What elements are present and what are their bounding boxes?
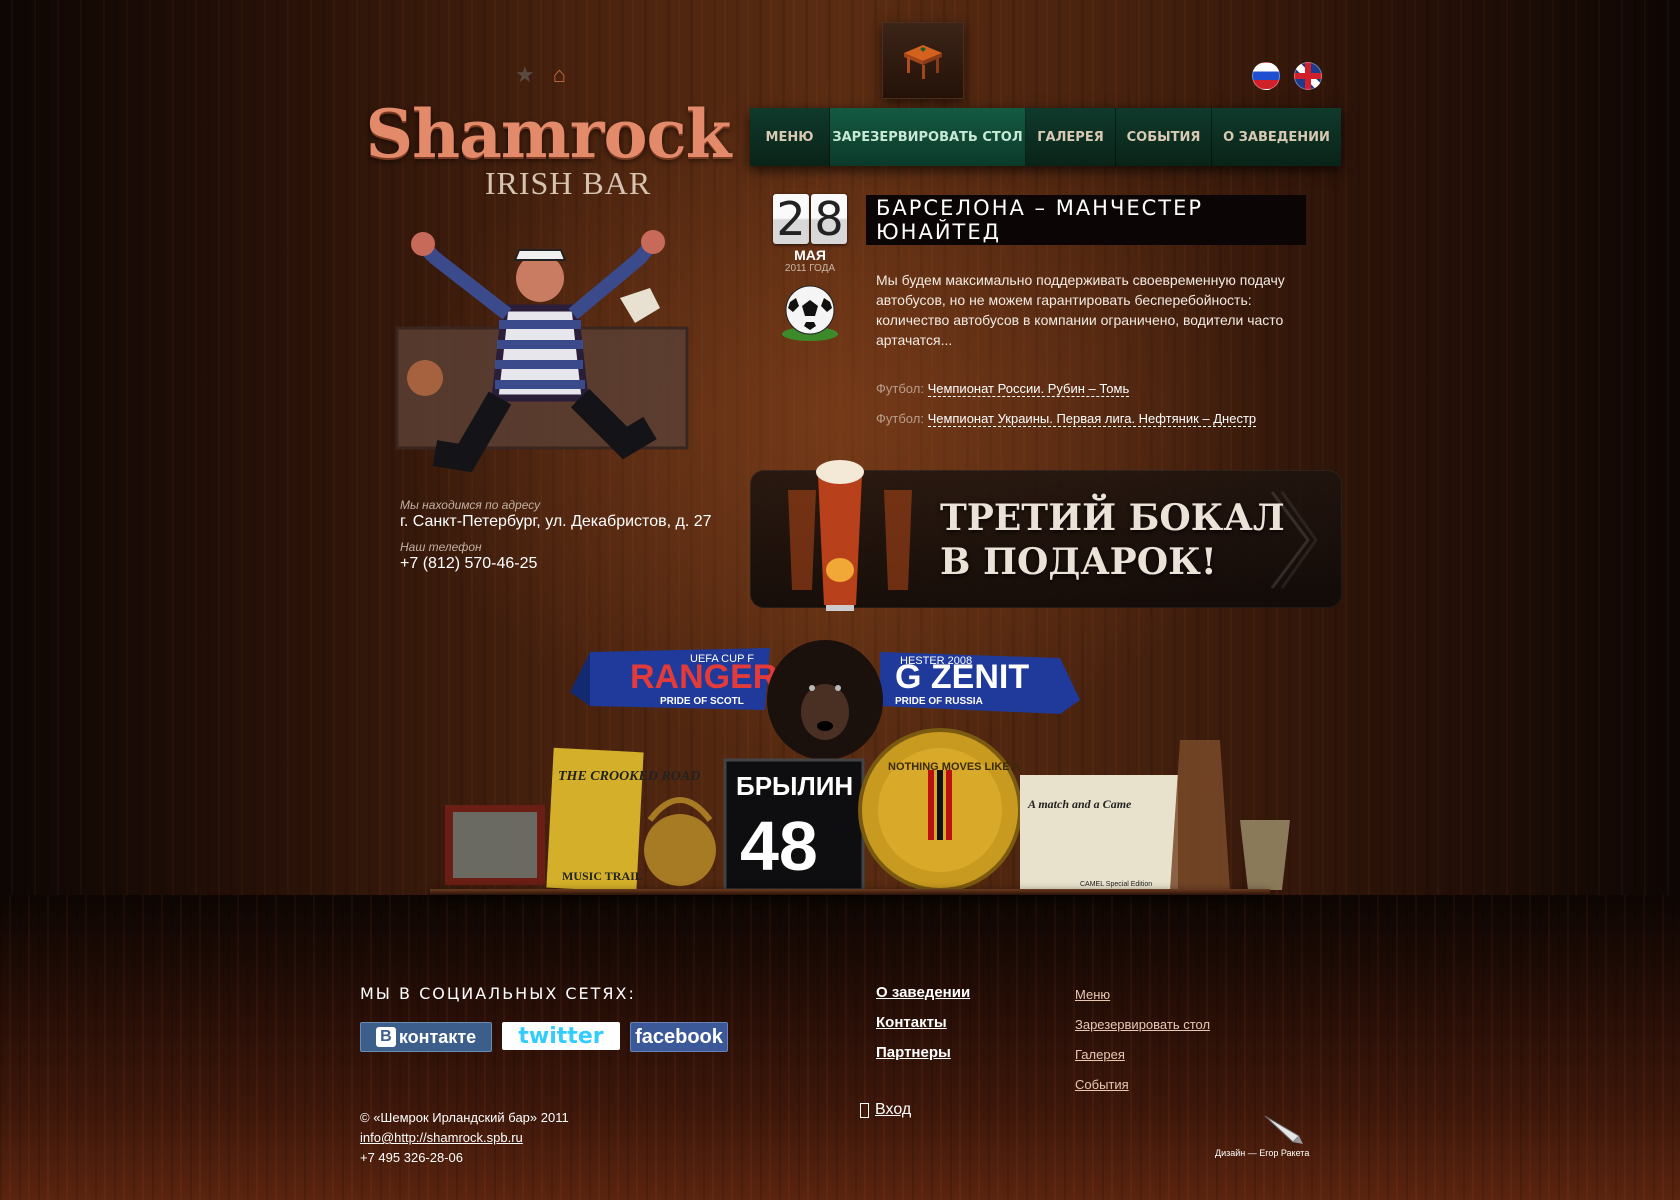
door-icon bbox=[860, 1102, 869, 1118]
contact-block: Мы находимся по адресу г. Санкт-Петербур… bbox=[400, 498, 712, 574]
date-digit: 8 bbox=[811, 194, 847, 244]
event-link-row: Футбол: Чемпионат Украины. Первая лига. … bbox=[876, 404, 1257, 434]
beer-glasses-icon bbox=[788, 460, 912, 611]
vk-label: контакте bbox=[398, 1026, 477, 1047]
medal-text: NOTHING MOVES LIKE A bbox=[888, 761, 1020, 773]
event-date: 2 8 МАЯ 2011 ГОДА bbox=[770, 194, 850, 347]
footer-background bbox=[0, 895, 1680, 1200]
jersey-number: 48 bbox=[740, 807, 818, 885]
nav-item-events[interactable]: СОБЫТИЯ bbox=[1116, 108, 1212, 166]
poster-text: A match and a Came bbox=[1027, 797, 1132, 811]
table-tab[interactable] bbox=[882, 22, 964, 99]
site-logo[interactable]: Shamrock IRISH BAR bbox=[358, 98, 738, 200]
scarf-right-top: HESTER 2008 bbox=[900, 655, 972, 667]
jersey-name: БРЫЛИН bbox=[736, 771, 853, 801]
address-label: Мы находимся по адресу bbox=[400, 498, 541, 512]
footer-phone: +7 495 326-28-06 bbox=[360, 1150, 464, 1165]
vk-icon: B bbox=[375, 1027, 396, 1047]
event-link[interactable]: Чемпионат Украины. Первая лига. Нефтяник… bbox=[927, 411, 1257, 427]
date-digit: 2 bbox=[773, 194, 809, 244]
footer-links-secondary: Меню Зарезервировать стол Галерея Событи… bbox=[1075, 980, 1210, 1100]
scarf-left-top: UEFA CUP F bbox=[690, 653, 754, 665]
login-label: Вход bbox=[875, 1101, 912, 1118]
top-icons: ★ ⌂ bbox=[515, 64, 566, 86]
event-link[interactable]: Чемпионат России. Рубин – Томь bbox=[927, 381, 1130, 397]
date-year: 2011 ГОДА bbox=[784, 263, 836, 274]
social-heading: МЫ В СОЦИАЛЬНЫХ СЕТЯХ: bbox=[360, 984, 636, 1003]
footer-link-reserve[interactable]: Зарезервировать стол bbox=[1075, 1010, 1210, 1040]
login-link[interactable]: Вход bbox=[860, 1101, 911, 1119]
table-icon bbox=[904, 44, 942, 79]
nav-item-gallery[interactable]: ГАЛЕРЕЯ bbox=[1026, 108, 1116, 166]
date-month: МАЯ bbox=[794, 247, 826, 263]
design-credit[interactable]: Дизайн — Егор Ракета bbox=[1215, 1110, 1309, 1158]
nav-item-menu[interactable]: МЕНЮ bbox=[750, 108, 830, 166]
footer-link-menu[interactable]: Меню bbox=[1075, 980, 1210, 1010]
promo-text: ТРЕТИЙ БОКАЛ В ПОДАРОК! bbox=[940, 496, 1285, 584]
star-icon[interactable]: ★ bbox=[515, 64, 535, 86]
event-links: Футбол: Чемпионат России. Рубин – Томь Ф… bbox=[876, 374, 1257, 434]
copyright-text: © «Шемрок Ирландский бар» 2011 bbox=[360, 1110, 569, 1125]
facebook-button[interactable]: facebook bbox=[630, 1022, 728, 1052]
phone-value: +7 (812) 570-46-25 bbox=[400, 555, 538, 572]
promo-line1: ТРЕТИЙ БОКАЛ bbox=[940, 497, 1285, 539]
address-value: г. Санкт-Петербург, ул. Декабристов, д. … bbox=[400, 513, 712, 530]
social-links: B контакте twitter facebook bbox=[360, 1022, 728, 1052]
main-nav: МЕНЮ ЗАРЕЗЕРВИРОВАТЬ СТОЛ ГАЛЕРЕЯ СОБЫТИ… bbox=[750, 108, 1341, 166]
footer-email-link[interactable]: info@http://shamrock.spb.ru bbox=[360, 1128, 569, 1148]
scarf-right-bottom: PRIDE OF RUSSIA bbox=[895, 696, 983, 707]
sport-label: Футбол: bbox=[876, 411, 924, 426]
footer-link-contacts[interactable]: Контакты bbox=[876, 1008, 970, 1038]
scarf-left-bottom: PRIDE OF SCOTL bbox=[660, 696, 744, 707]
poster-bottom: CAMEL Special Edition bbox=[1080, 881, 1152, 888]
shelf-items-illustration: RANGERS UEFA CUP F PRIDE OF SCOTL G ZENI… bbox=[445, 640, 1290, 890]
event-title[interactable]: БАРСЕЛОНА – МАНЧЕСТЕР ЮНАЙТЕД bbox=[866, 195, 1306, 245]
chevron-right-icon bbox=[1270, 491, 1318, 589]
phone-label: Наш телефон bbox=[400, 540, 482, 554]
vkontakte-button[interactable]: B контакте bbox=[360, 1022, 492, 1052]
sport-label: Футбол: bbox=[876, 381, 924, 396]
home-icon[interactable]: ⌂ bbox=[553, 64, 566, 86]
language-switcher bbox=[1252, 62, 1322, 90]
logo-name: Shamrock bbox=[365, 95, 732, 173]
sailor-illustration bbox=[395, 230, 689, 473]
event-description: Мы будем максимально поддерживать своевр… bbox=[876, 272, 1285, 348]
sign-trail-text: MUSIC TRAIL bbox=[562, 869, 643, 883]
footer-links-primary: О заведении Контакты Партнеры bbox=[876, 978, 970, 1068]
twitter-button[interactable]: twitter bbox=[502, 1022, 620, 1050]
footer-link-about[interactable]: О заведении bbox=[876, 978, 970, 1008]
nav-item-reserve[interactable]: ЗАРЕЗЕРВИРОВАТЬ СТОЛ bbox=[830, 108, 1026, 166]
footer-link-gallery[interactable]: Галерея bbox=[1075, 1040, 1210, 1070]
footer-copyright: © «Шемрок Ирландский бар» 2011 info@http… bbox=[360, 1108, 569, 1168]
soccer-ball-icon bbox=[782, 285, 838, 341]
shelf bbox=[430, 889, 1270, 895]
event-link-row: Футбол: Чемпионат России. Рубин – Томь bbox=[876, 374, 1256, 404]
uk-flag-icon[interactable] bbox=[1294, 62, 1322, 90]
design-credit-text: Дизайн — Егор Ракета bbox=[1215, 1148, 1310, 1158]
footer-link-partners[interactable]: Партнеры bbox=[876, 1038, 970, 1068]
russian-flag-icon[interactable] bbox=[1252, 62, 1280, 90]
footer-link-events[interactable]: События bbox=[1075, 1070, 1210, 1100]
promo-line2: В ПОДАРОК! bbox=[940, 541, 1217, 583]
nav-item-about[interactable]: О ЗАВЕДЕНИИ bbox=[1212, 108, 1341, 166]
rocket-icon bbox=[1265, 1115, 1304, 1144]
sign-road-text: THE CROOKED ROAD bbox=[558, 769, 700, 784]
